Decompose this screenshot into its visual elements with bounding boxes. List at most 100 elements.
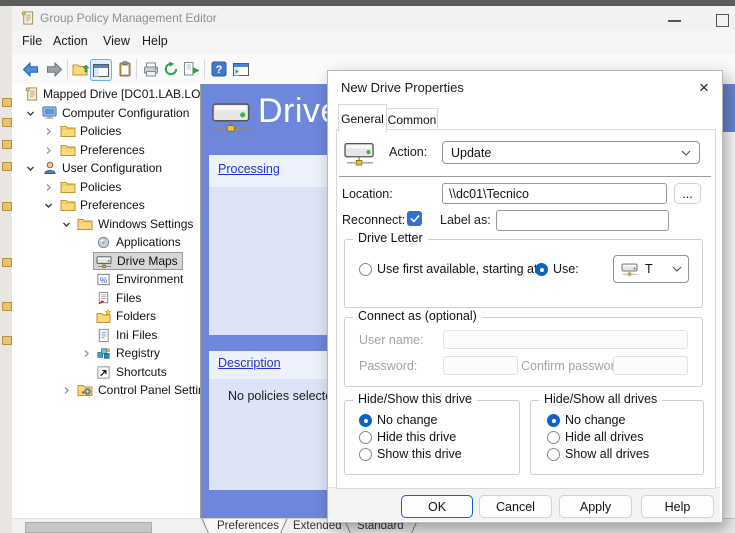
tree-item-preferences[interactable]: Preferences bbox=[12, 196, 200, 214]
description-link[interactable]: Description bbox=[218, 356, 281, 370]
export-list-icon[interactable] bbox=[181, 59, 201, 79]
refresh-icon[interactable] bbox=[161, 59, 181, 79]
password-label: Password: bbox=[359, 359, 417, 373]
tree-item-computer-configuration[interactable]: Computer Configuration bbox=[12, 104, 200, 122]
chevron-down-icon[interactable] bbox=[26, 159, 35, 177]
background-folder-icon bbox=[2, 98, 12, 107]
close-icon[interactable]: × bbox=[692, 77, 716, 99]
chevron-down-icon[interactable] bbox=[44, 196, 53, 214]
ini-files-icon bbox=[96, 326, 111, 344]
background-folder-icon bbox=[2, 258, 12, 267]
folder-icon bbox=[60, 178, 76, 196]
tree-item-windows-settings[interactable]: Windows Settings bbox=[12, 215, 200, 233]
label-as-input[interactable] bbox=[496, 210, 669, 231]
browse-button[interactable]: ... bbox=[674, 183, 701, 204]
tree-item-files[interactable]: Files bbox=[12, 289, 200, 307]
menu-action[interactable]: Action bbox=[53, 34, 88, 48]
background-folder-icon bbox=[2, 202, 12, 211]
no-policies-text: No policies selected. bbox=[228, 389, 343, 403]
menu-view[interactable]: View bbox=[103, 34, 130, 48]
scrollbar-thumb[interactable] bbox=[25, 522, 152, 533]
tree-item-drive-maps[interactable]: Drive Maps bbox=[12, 252, 200, 270]
tab-general[interactable]: General bbox=[338, 104, 387, 132]
tree-item-folders[interactable]: Folders bbox=[12, 307, 200, 325]
paste-icon[interactable] bbox=[115, 59, 135, 79]
radio-show-all-drives[interactable] bbox=[547, 448, 560, 461]
print-icon[interactable] bbox=[141, 59, 161, 79]
chevron-down-icon[interactable] bbox=[26, 104, 35, 122]
radio-hide-this-drive[interactable] bbox=[359, 431, 372, 444]
chevron-down-icon[interactable] bbox=[62, 215, 71, 233]
section-separator bbox=[339, 176, 711, 177]
back-icon[interactable] bbox=[20, 59, 40, 79]
tab-preferences[interactable]: Preferences bbox=[217, 520, 279, 532]
reconnect-checkbox[interactable] bbox=[407, 211, 422, 226]
hide-show-this-drive-group: Hide/Show this drive No change Hide this… bbox=[344, 400, 520, 475]
show-this-drive-label: Show this drive bbox=[377, 447, 462, 461]
chevron-right-icon[interactable] bbox=[44, 141, 53, 159]
tree-item-environment[interactable]: % Environment bbox=[12, 270, 200, 288]
forward-icon[interactable] bbox=[44, 59, 64, 79]
background-folder-icon bbox=[2, 162, 12, 171]
gpo-scroll-icon bbox=[24, 85, 39, 103]
connect-as-group: Connect as (optional) User name: Passwor… bbox=[344, 317, 703, 387]
control-panel-folder-icon bbox=[77, 381, 93, 399]
tree-item-applications[interactable]: Applications bbox=[12, 233, 200, 251]
location-label: Location: bbox=[342, 187, 393, 201]
environment-icon: % bbox=[96, 270, 111, 288]
tree-item-policies[interactable]: Policies bbox=[12, 178, 200, 196]
chevron-right-icon[interactable] bbox=[44, 178, 53, 196]
background-folder-icon bbox=[2, 302, 12, 311]
minimize-icon[interactable] bbox=[668, 20, 681, 22]
up-one-level-icon[interactable] bbox=[71, 59, 91, 79]
help-button[interactable]: Help bbox=[641, 495, 714, 518]
radio-no-change-all[interactable] bbox=[547, 414, 560, 427]
radio-hide-all-drives[interactable] bbox=[547, 431, 560, 444]
window-title: Group Policy Management Editor bbox=[40, 11, 217, 25]
dialog-title: New Drive Properties bbox=[341, 80, 464, 95]
tree-item-user-configuration[interactable]: User Configuration bbox=[12, 159, 200, 177]
tree-item-preferences[interactable]: Preferences bbox=[12, 141, 200, 159]
apply-button[interactable]: Apply bbox=[559, 495, 632, 518]
location-input[interactable] bbox=[442, 183, 667, 204]
tab-common[interactable]: Common bbox=[386, 108, 438, 131]
tree-item-root[interactable]: Mapped Drive [DC01.LAB.LOCA bbox=[12, 85, 200, 103]
processing-link[interactable]: Processing bbox=[218, 162, 280, 176]
drive-letter-select[interactable]: T bbox=[613, 255, 689, 283]
new-window-icon[interactable] bbox=[231, 59, 251, 79]
tree-horizontal-scrollbar[interactable] bbox=[12, 518, 200, 533]
chevron-right-icon[interactable] bbox=[44, 122, 53, 140]
user-icon bbox=[42, 159, 58, 177]
action-select[interactable]: Update bbox=[442, 141, 700, 164]
hide-show-all-legend: Hide/Show all drives bbox=[539, 392, 662, 406]
chevron-down-icon bbox=[681, 150, 691, 156]
confirm-password-label: Confirm password: bbox=[521, 359, 625, 373]
ok-button[interactable]: OK bbox=[401, 495, 473, 518]
tree-item-registry[interactable]: Registry bbox=[12, 344, 200, 362]
cancel-button[interactable]: Cancel bbox=[479, 495, 552, 518]
action-label: Action: bbox=[389, 145, 427, 159]
tree-item-shortcuts[interactable]: Shortcuts bbox=[12, 363, 200, 381]
no-change-this-label: No change bbox=[377, 413, 437, 427]
console-tree: Mapped Drive [DC01.LAB.LOCA Computer Con… bbox=[12, 84, 201, 518]
menu-help[interactable]: Help bbox=[142, 34, 168, 48]
hide-this-drive-label: Hide this drive bbox=[377, 430, 456, 444]
help-icon[interactable]: ? bbox=[209, 59, 229, 79]
chevron-right-icon[interactable] bbox=[82, 344, 91, 362]
tree-item-policies[interactable]: Policies bbox=[12, 122, 200, 140]
no-change-all-label: No change bbox=[565, 413, 625, 427]
radio-use-first-available[interactable] bbox=[359, 263, 372, 276]
maximize-icon[interactable] bbox=[716, 14, 729, 27]
chevron-down-icon bbox=[672, 266, 682, 272]
reconnect-label: Reconnect: bbox=[342, 213, 405, 227]
folder-icon bbox=[60, 196, 76, 214]
chevron-right-icon[interactable] bbox=[62, 381, 71, 399]
show-console-tree-icon[interactable] bbox=[90, 59, 112, 81]
drive-small-icon bbox=[620, 261, 640, 277]
radio-show-this-drive[interactable] bbox=[359, 448, 372, 461]
radio-use[interactable] bbox=[535, 263, 548, 276]
radio-no-change-this[interactable] bbox=[359, 414, 372, 427]
tree-item-control-panel-settings[interactable]: Control Panel Setting bbox=[12, 381, 200, 399]
tree-item-ini-files[interactable]: Ini Files bbox=[12, 326, 200, 344]
menu-file[interactable]: File bbox=[22, 34, 42, 48]
